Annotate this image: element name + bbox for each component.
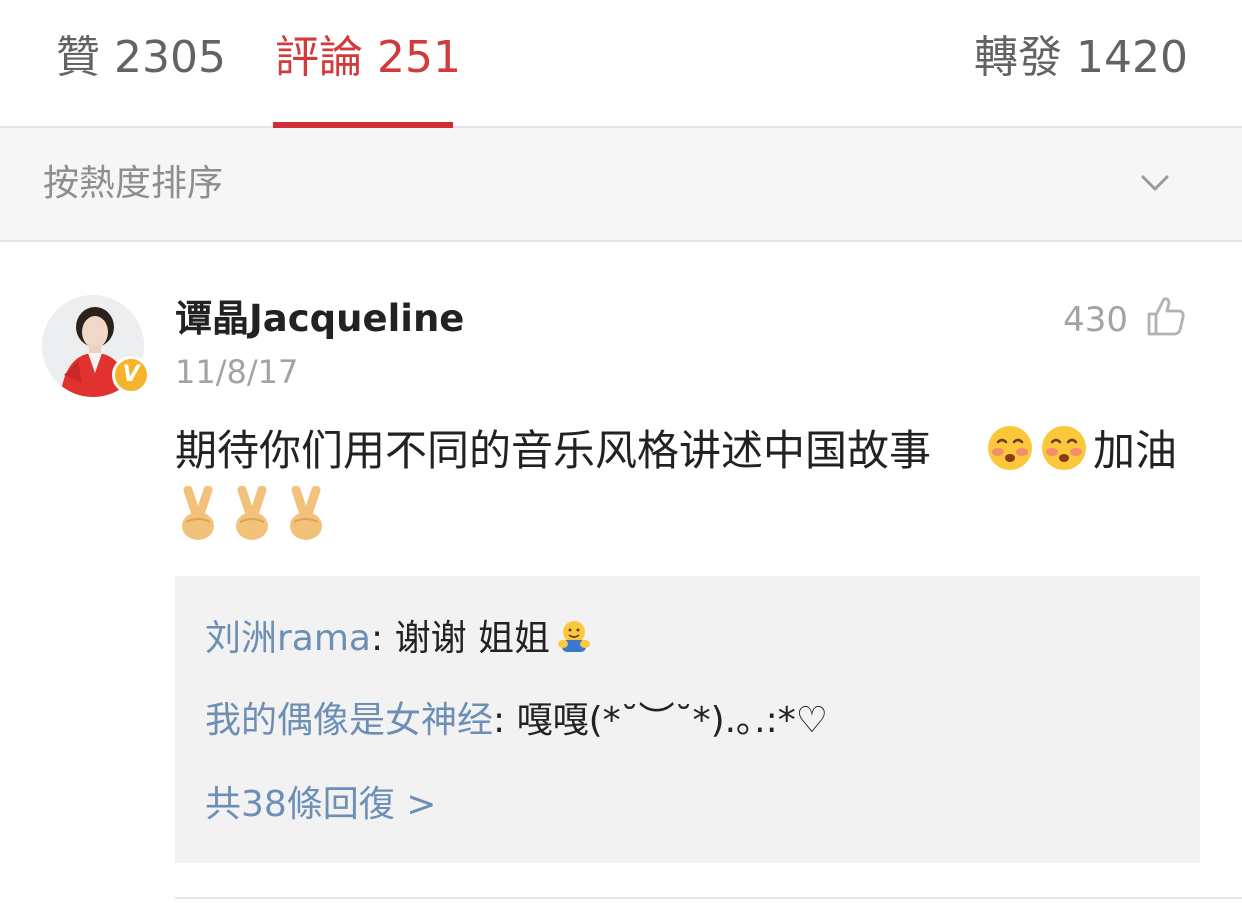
like-count: 430 (1063, 300, 1128, 340)
tab-reposts[interactable]: 轉發 1420 (974, 30, 1188, 86)
comment-timestamp: 11/8/17 (175, 353, 299, 391)
reply-item[interactable]: 我的偶像是女神经: 嘎嘎(*˘︶˘*).｡.:*♡ (205, 698, 828, 744)
comment-text-tail: 加油 (1093, 426, 1178, 475)
view-all-replies-link[interactable]: 共38條回復 > (205, 782, 436, 828)
verified-badge: V (112, 356, 150, 394)
chevron-down-icon[interactable] (1140, 168, 1170, 198)
sort-bar[interactable]: 按熱度排序 (0, 128, 1242, 242)
thumbs-up-icon[interactable] (1144, 294, 1188, 338)
reply-separator: : (493, 700, 517, 741)
divider (175, 897, 1242, 899)
replies-box[interactable]: 刘洲rama: 谢谢 姐姐 我的偶像是女神经: 嘎嘎(*˘︶˘*).｡.:*♡ … (175, 576, 1200, 863)
reply-text: 嘎嘎(*˘︶˘*).｡.:*♡ (516, 700, 828, 741)
blushing-face-emoji (1042, 426, 1086, 470)
tab-bar: 贊 2305 評論 251 轉發 1420 (0, 0, 1242, 128)
tab-comments[interactable]: 評論 251 (275, 30, 461, 86)
victory-hand-emoji (182, 486, 214, 540)
blushing-face-emoji (988, 426, 1032, 470)
victory-hand-emoji (290, 486, 322, 540)
comment-author[interactable]: 谭晶Jacqueline (175, 296, 464, 342)
reply-item[interactable]: 刘洲rama: 谢谢 姐姐 (205, 616, 592, 662)
hugging-emoji (558, 621, 591, 652)
reply-author[interactable]: 我的偶像是女神经 (205, 700, 493, 741)
reply-text: 谢谢 姐姐 (394, 618, 551, 659)
reply-author[interactable]: 刘洲rama (205, 618, 371, 659)
sort-label[interactable]: 按熱度排序 (43, 162, 223, 206)
tab-likes[interactable]: 贊 2305 (56, 30, 226, 86)
reply-separator: : (371, 618, 395, 659)
victory-hand-emoji (236, 486, 268, 540)
emoji-row (176, 486, 328, 546)
